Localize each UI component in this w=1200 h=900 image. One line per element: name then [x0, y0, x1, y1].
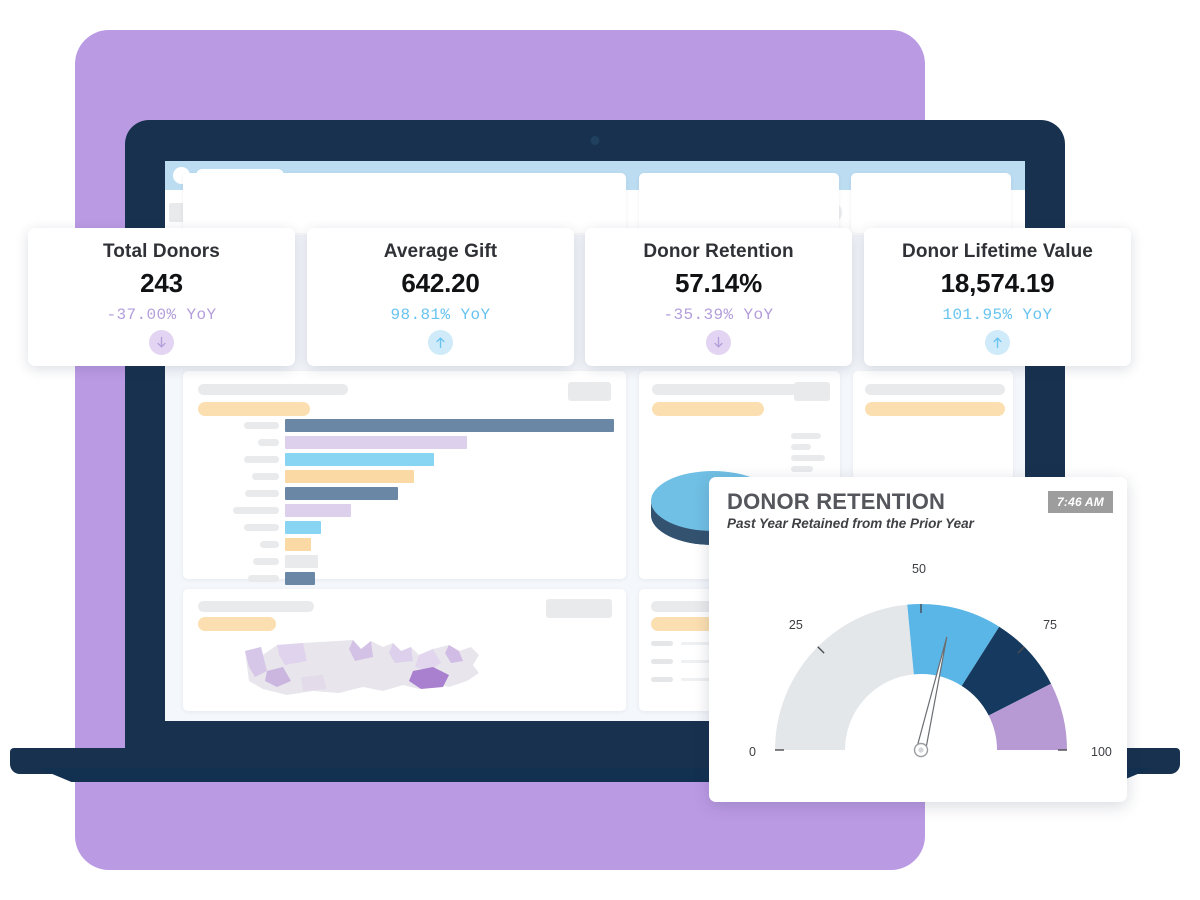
- panel-top-mid: [639, 173, 839, 233]
- panel-subtitle-placeholder: [198, 402, 310, 416]
- kpi-card-total-donors[interactable]: Total Donors 243 -37.00% YoY: [28, 228, 295, 366]
- bar: [284, 487, 398, 500]
- timestamp-badge: 7:46 AM: [1048, 491, 1113, 513]
- donor-retention-gauge-card[interactable]: DONOR RETENTION Past Year Retained from …: [709, 477, 1127, 802]
- panel-subtitle-placeholder: [198, 617, 276, 631]
- gauge-card-title: DONOR RETENTION: [727, 489, 946, 514]
- bar: [285, 572, 315, 585]
- gauge-tick-label: 75: [1043, 617, 1057, 632]
- panel-title-placeholder: [198, 384, 348, 395]
- bar-label-placeholder: [232, 507, 279, 514]
- bar-chart-row: [232, 504, 614, 517]
- kpi-title: Total Donors: [103, 241, 220, 262]
- kpi-card-donor-retention[interactable]: Donor Retention 57.14% -35.39% YoY: [585, 228, 852, 366]
- bar: [285, 436, 468, 449]
- panel-action-button[interactable]: [546, 599, 612, 618]
- bar: [284, 538, 312, 551]
- kpi-delta: -35.39% YoY: [663, 306, 774, 324]
- panel-subtitle-placeholder: [651, 617, 717, 631]
- legend-item: [791, 433, 821, 439]
- kpi-delta: 101.95% YoY: [942, 306, 1053, 324]
- us-choropleth-map: [245, 640, 479, 695]
- arrow-down-icon: [714, 336, 723, 348]
- kpi-delta: 98.81% YoY: [390, 306, 491, 324]
- bar-chart-row: [243, 572, 614, 585]
- bar-label-placeholder: [252, 558, 279, 565]
- kpi-card-average-gift[interactable]: Average Gift 642.20 98.81% YoY: [307, 228, 574, 366]
- bar-chart-row: [243, 419, 614, 432]
- legend-item: [791, 455, 825, 461]
- bar: [284, 419, 614, 432]
- legend-item: [791, 466, 813, 472]
- bar-label-placeholder: [244, 524, 279, 531]
- bar: [284, 521, 322, 534]
- gauge-tick-label: 100: [1091, 745, 1112, 759]
- panel-action-button[interactable]: [568, 382, 611, 401]
- bar-chart-row: [243, 521, 614, 534]
- kpi-card-donor-lifetime-value[interactable]: Donor Lifetime Value 18,574.19 101.95% Y…: [864, 228, 1131, 366]
- gauge-tick-label: 50: [912, 562, 926, 576]
- bar-chart-row: [243, 555, 614, 568]
- kpi-value: 642.20: [401, 268, 480, 298]
- gauge-chart: 0 25 50 75 100: [709, 562, 1127, 787]
- bar: [285, 504, 352, 517]
- panel-bar-chart[interactable]: [183, 371, 626, 585]
- kpi-title: Donor Retention: [643, 241, 794, 262]
- bar-label-placeholder: [245, 490, 279, 497]
- row-key: [651, 659, 673, 664]
- bar: [284, 470, 415, 483]
- panel-top-left: [183, 173, 626, 233]
- bar-label-placeholder: [244, 422, 279, 429]
- bar-chart-row: [243, 470, 614, 483]
- bar-label-placeholder: [258, 439, 279, 446]
- horizontal-bar-chart: [232, 419, 614, 585]
- bar: [284, 453, 434, 466]
- row-key: [651, 677, 673, 682]
- panel-action-button[interactable]: [794, 382, 830, 401]
- bar-label-placeholder: [260, 541, 279, 548]
- gauge-card-subtitle: Past Year Retained from the Prior Year: [727, 516, 974, 531]
- bar-label-placeholder: [251, 473, 279, 480]
- bar-chart-row: [243, 538, 614, 551]
- bar-chart-row: [243, 453, 614, 466]
- kpi-delta: -37.00% YoY: [106, 306, 217, 324]
- bar-label-placeholder: [247, 575, 279, 582]
- kpi-value: 243: [140, 268, 183, 298]
- arrow-up-icon: [993, 337, 1002, 349]
- gauge-tick-label: 0: [749, 745, 756, 759]
- bar-chart-row: [243, 436, 614, 449]
- panel-title-placeholder: [865, 384, 1005, 395]
- gauge-hub-center: [918, 747, 924, 753]
- panel-map[interactable]: [183, 589, 626, 711]
- panel-subtitle-placeholder: [652, 402, 764, 416]
- bar: [284, 555, 319, 568]
- row-key: [651, 641, 673, 646]
- panel-subtitle-placeholder: [865, 402, 1005, 416]
- kpi-trend-up-icon: [985, 330, 1010, 355]
- bar-chart-row: [243, 487, 614, 500]
- panel-title-placeholder: [652, 384, 812, 395]
- kpi-trend-up-icon: [428, 330, 453, 355]
- kpi-trend-down-icon: [706, 330, 731, 355]
- kpi-trend-down-icon: [149, 330, 174, 355]
- gauge-tick-label: 25: [788, 617, 803, 632]
- legend-item: [791, 444, 811, 450]
- panel-top-right: [851, 173, 1011, 233]
- kpi-value: 18,574.19: [940, 268, 1055, 298]
- kpi-title: Donor Lifetime Value: [902, 241, 1093, 262]
- arrow-down-icon: [157, 336, 166, 348]
- kpi-value: 57.14%: [675, 268, 762, 298]
- webcam-icon: [590, 136, 600, 145]
- bar-label-placeholder: [244, 456, 279, 463]
- illustration-stage: Total Donors 243 -37.00% YoY Average Gif…: [0, 0, 1200, 900]
- kpi-title: Average Gift: [383, 241, 498, 262]
- arrow-up-icon: [436, 337, 445, 349]
- panel-title-placeholder: [198, 601, 314, 612]
